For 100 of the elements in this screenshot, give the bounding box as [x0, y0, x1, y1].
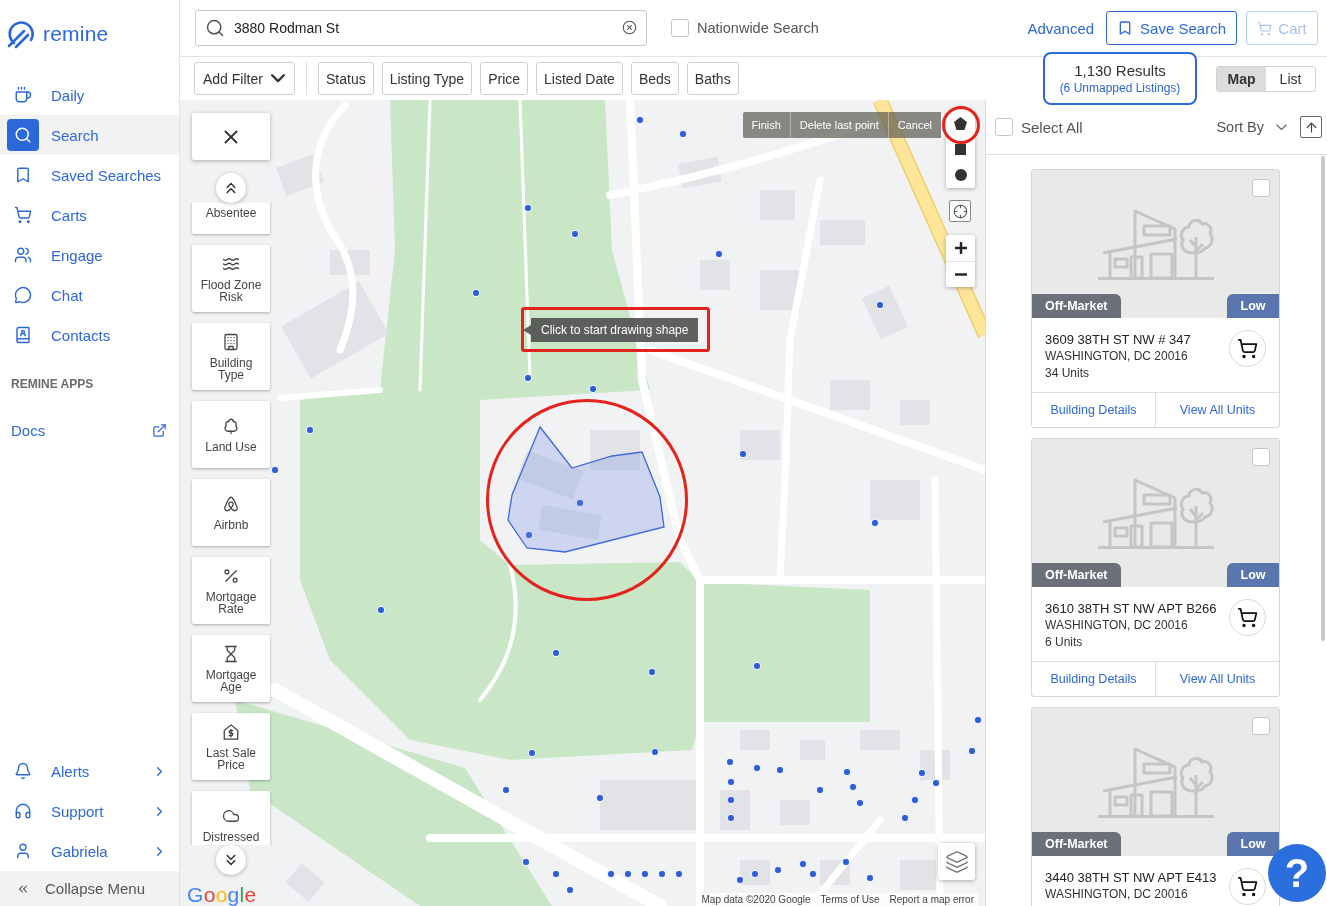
map-layer-button[interactable]: Distressed — [192, 791, 270, 845]
listing-marker[interactable] — [910, 795, 920, 805]
listing-link[interactable]: Building Details — [1032, 662, 1155, 696]
listing-marker[interactable] — [376, 605, 386, 615]
map-layer-button[interactable]: Last Sale Price — [192, 713, 270, 780]
listing-marker[interactable] — [565, 885, 575, 895]
view-tab[interactable]: Map — [1217, 66, 1266, 91]
listing-marker[interactable] — [841, 857, 851, 867]
map-layer-button[interactable]: Absentee — [192, 203, 270, 234]
listing-marker[interactable] — [588, 384, 598, 394]
add-to-cart-button[interactable] — [1229, 868, 1266, 905]
advanced-link[interactable]: Advanced — [1027, 19, 1095, 37]
sidebar-item[interactable]: Carts — [0, 195, 179, 235]
listing-marker[interactable] — [725, 757, 735, 767]
filter-button[interactable]: Listed Date — [536, 62, 623, 95]
listing-link[interactable]: View All Units — [1155, 393, 1279, 427]
sidebar-item[interactable]: Chat — [0, 275, 179, 315]
listing-marker[interactable] — [527, 748, 537, 758]
filter-button[interactable]: Status — [318, 62, 374, 95]
add-to-cart-button[interactable] — [1229, 599, 1266, 636]
select-all-checkbox[interactable] — [995, 118, 1013, 136]
add-filter-dropdown[interactable]: Add Filter — [194, 62, 295, 95]
map-layer-button[interactable]: Mortgage Age — [192, 635, 270, 702]
sidebar-item[interactable]: Saved Searches — [0, 155, 179, 195]
scrollbar-thumb[interactable] — [1321, 156, 1325, 641]
listing-marker[interactable] — [735, 875, 745, 885]
sort-dropdown[interactable]: Sort By — [1216, 119, 1287, 135]
listing-marker[interactable] — [798, 859, 808, 869]
listing-marker[interactable] — [870, 518, 880, 528]
map-layer-button[interactable]: Airbnb — [192, 479, 270, 546]
listing-marker[interactable] — [973, 715, 983, 725]
drawing-action-button[interactable]: Finish — [742, 112, 790, 138]
listing-marker[interactable] — [635, 115, 645, 125]
map-layer-button[interactable]: Building Type — [192, 323, 270, 390]
listing-marker[interactable] — [650, 747, 660, 757]
listing-marker[interactable] — [623, 869, 633, 879]
map-layers-button[interactable] — [938, 843, 975, 880]
filter-button[interactable]: Baths — [686, 62, 739, 95]
map-attribution-link[interactable]: Terms of Use — [820, 893, 880, 906]
listing-marker[interactable] — [551, 869, 561, 879]
sidebar-item[interactable]: Daily — [0, 75, 179, 115]
sidebar-item[interactable]: Engage — [0, 235, 179, 275]
drawing-action-button[interactable]: Cancel — [887, 112, 941, 138]
listing-marker[interactable] — [270, 465, 280, 475]
listing-marker[interactable] — [855, 798, 865, 808]
sidebar-item[interactable]: Contacts — [0, 315, 179, 355]
map-layer-button[interactable]: Mortgage Rate — [192, 557, 270, 624]
map-attribution-link[interactable]: Report a map error — [889, 893, 974, 906]
listing-marker[interactable] — [501, 785, 511, 795]
listing-marker[interactable] — [738, 449, 748, 459]
listing-card[interactable]: Off-Market Low 3440 38TH ST NW APT E413 WASHINGTON, DC 20016 — [1031, 707, 1280, 906]
listing-marker[interactable] — [575, 498, 585, 508]
unmapped-listings-link[interactable]: (6 Unmapped Listings) — [1059, 81, 1181, 95]
locate-button[interactable] — [949, 200, 971, 222]
listing-checkbox[interactable] — [1252, 179, 1270, 197]
listing-link[interactable]: Building Details — [1032, 393, 1155, 427]
listing-marker[interactable] — [523, 373, 533, 383]
filter-button[interactable]: Beds — [630, 62, 679, 95]
drawing-action-button[interactable]: Delete last point — [789, 112, 888, 138]
listing-marker[interactable] — [726, 795, 736, 805]
add-to-cart-button[interactable] — [1229, 330, 1266, 367]
nationwide-checkbox[interactable] — [671, 19, 689, 37]
listing-checkbox[interactable] — [1252, 448, 1270, 466]
listing-marker[interactable] — [551, 648, 561, 658]
sidebar-item[interactable]: Alerts — [0, 751, 179, 791]
listing-marker[interactable] — [848, 782, 858, 792]
sidebar-item[interactable]: Support — [0, 791, 179, 831]
filter-button[interactable]: Price — [480, 62, 529, 95]
listing-marker[interactable] — [865, 873, 875, 883]
filter-button[interactable]: Listing Type — [381, 62, 473, 95]
help-button[interactable]: ? — [1268, 844, 1326, 902]
sort-direction-button[interactable] — [1300, 116, 1322, 138]
listing-marker[interactable] — [752, 661, 762, 671]
save-search-button[interactable]: Save Search — [1106, 11, 1237, 45]
map-layer-button[interactable]: Land Use — [192, 401, 270, 468]
listing-link[interactable]: View All Units — [1155, 662, 1279, 696]
listing-marker[interactable] — [967, 746, 977, 756]
clear-icon[interactable] — [622, 20, 637, 35]
listing-marker[interactable] — [657, 869, 667, 879]
listing-card[interactable]: Off-Market Low 3610 38TH ST NW APT B266 WASHINGTON, DC 20016 6 Units Building Details View All Units — [1031, 438, 1280, 697]
listing-marker[interactable] — [900, 813, 910, 823]
listing-marker[interactable] — [775, 765, 785, 775]
listing-marker[interactable] — [714, 249, 724, 259]
listing-marker[interactable] — [521, 857, 531, 867]
listing-marker[interactable] — [917, 768, 927, 778]
listing-marker[interactable] — [674, 869, 684, 879]
listing-marker[interactable] — [773, 865, 783, 875]
sidebar-item[interactable]: Gabriela — [0, 831, 179, 871]
listing-checkbox[interactable] — [1252, 717, 1270, 735]
listing-marker[interactable] — [678, 129, 688, 139]
listing-marker[interactable] — [471, 288, 481, 298]
map-layer-button[interactable]: Flood Zone Risk — [192, 245, 270, 312]
listing-marker[interactable] — [875, 300, 885, 310]
listing-marker[interactable] — [523, 203, 533, 213]
listing-marker[interactable] — [570, 229, 580, 239]
listing-marker[interactable] — [640, 869, 650, 879]
listing-marker[interactable] — [750, 869, 760, 879]
listing-card[interactable]: Off-Market Low 3609 38TH ST NW # 347 WASHINGTON, DC 20016 34 Units Building Details View All Units — [1031, 169, 1280, 428]
listing-marker[interactable] — [606, 869, 616, 879]
listing-marker[interactable] — [752, 763, 762, 773]
